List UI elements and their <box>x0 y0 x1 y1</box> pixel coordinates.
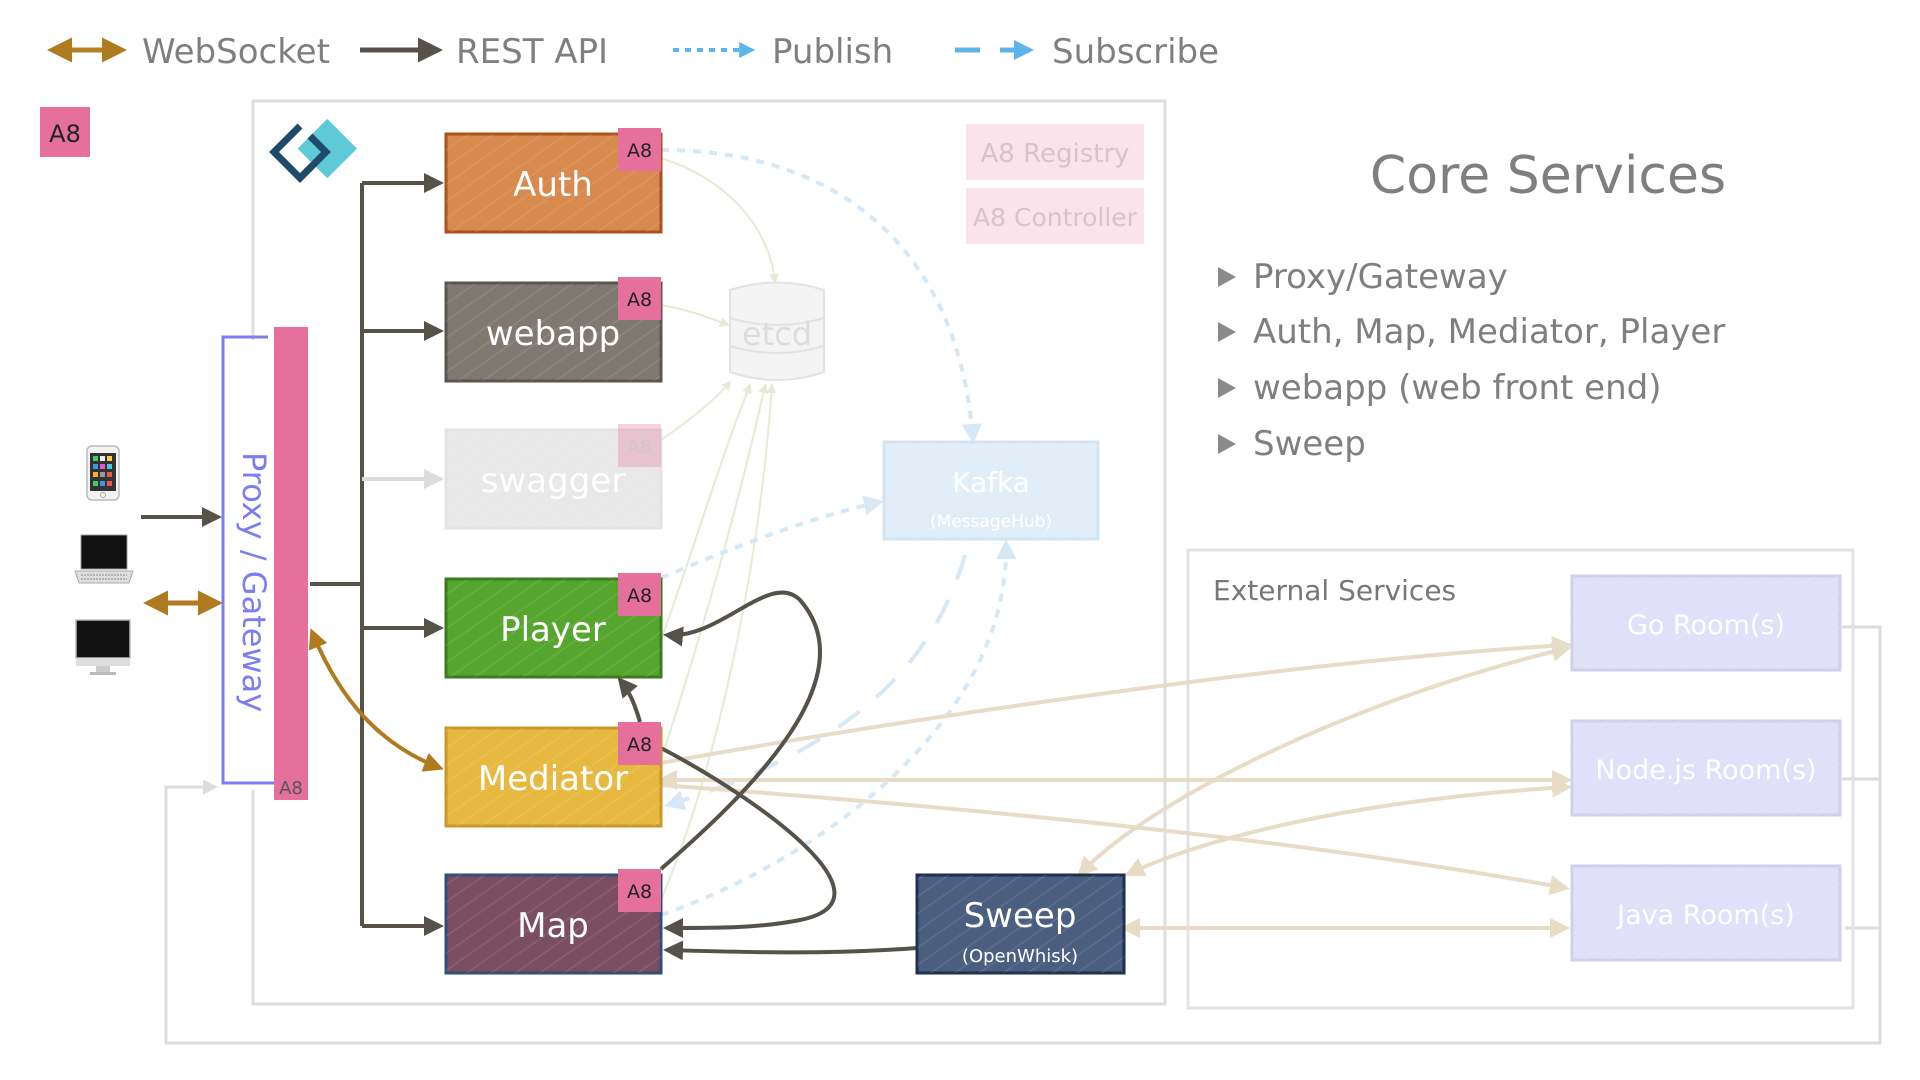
service-links <box>617 590 918 961</box>
service-swagger[interactable]: swaggerA8 <box>444 424 663 530</box>
service-mediator[interactable]: Mediator A8 <box>444 722 663 828</box>
room-return-bus <box>164 625 1882 1045</box>
legend-label: REST API <box>456 32 608 72</box>
service-map[interactable]: Map A8 <box>444 869 663 975</box>
service-label: Map <box>517 906 589 946</box>
a8-sidecar-tag: A8 <box>618 424 661 467</box>
a8-controller-box[interactable]: A8 Controller <box>966 188 1144 244</box>
sweep-sublabel: (OpenWhisk) <box>962 946 1078 967</box>
legend-label: Publish <box>772 32 893 72</box>
svg-text:A8: A8 <box>627 436 652 458</box>
bullet-triangle-icon <box>1218 267 1236 287</box>
a8-sidecar-tag: A8 <box>618 722 661 765</box>
legend-label: WebSocket <box>142 32 330 72</box>
svg-text:A8: A8 <box>627 881 652 903</box>
svg-text:Sweep: Sweep <box>1253 424 1366 464</box>
websocket-proxy-mediator <box>308 628 444 772</box>
bullet-item: webapp (web front end) <box>1218 368 1662 408</box>
services: AuthA8webappA8swaggerA8PlayerA8MediatorA… <box>444 128 663 975</box>
sweep-label: Sweep <box>964 896 1077 936</box>
bullet-triangle-icon <box>1218 434 1236 454</box>
etcd-database[interactable]: etcd <box>729 281 825 381</box>
room-label: Node.js Room(s) <box>1595 755 1816 786</box>
svg-text:webapp (web front end): webapp (web front end) <box>1253 368 1662 408</box>
svg-text:A8: A8 <box>49 120 81 148</box>
bullet-triangle-icon <box>1218 322 1236 342</box>
bullet-item: Sweep <box>1218 424 1366 464</box>
svg-text:Auth, Map, Mediator, Player: Auth, Map, Mediator, Player <box>1253 312 1725 352</box>
a8-sidecar-tag: A8 <box>618 573 661 616</box>
kafka-sublabel: (MessageHub) <box>930 512 1052 532</box>
core-services-title: Core Services <box>1370 146 1726 206</box>
external-services-title: External Services <box>1213 574 1456 607</box>
service-auth[interactable]: Auth A8 <box>444 128 663 234</box>
legend: WebSocket REST API Publish Subscribe <box>47 32 1219 72</box>
amalgam8-logo-icon <box>269 118 358 183</box>
svg-text:A8: A8 <box>627 140 652 162</box>
kafka-box[interactable]: Kafka (MessageHub) <box>882 440 1100 541</box>
a8-sidecar-tag: A8 <box>618 128 661 171</box>
phone-icon <box>86 445 120 501</box>
desktop-icon <box>75 619 131 675</box>
kafka-label: Kafka <box>952 466 1030 499</box>
legend-publish: Publish <box>673 32 893 72</box>
room-label: Java Room(s) <box>1615 900 1795 931</box>
core-services-panel: Core Services Proxy/Gateway Auth, Map, Me… <box>1218 146 1726 464</box>
service-label: swagger <box>481 461 625 501</box>
service-label: Auth <box>513 165 593 205</box>
rooms: Go Room(s) Node.js Room(s) Java Room(s) <box>1570 574 1842 962</box>
proxy-gateway-label: Proxy / Gateway <box>235 452 273 712</box>
etcd-label: etcd <box>742 315 812 353</box>
service-label: Player <box>500 610 606 650</box>
bullet-item: Auth, Map, Mediator, Player <box>1218 312 1725 352</box>
laptop-icon <box>74 534 134 584</box>
room-box[interactable]: Node.js Room(s) <box>1570 719 1842 817</box>
svg-text:A8: A8 <box>627 734 652 756</box>
svg-text:Proxy/Gateway: Proxy/Gateway <box>1253 257 1508 297</box>
svg-text:A8: A8 <box>627 585 652 607</box>
a8-badge: A8 <box>40 107 90 157</box>
room-box[interactable]: Java Room(s) <box>1570 864 1842 962</box>
bullet-triangle-icon <box>1218 378 1236 398</box>
a8-registry-box[interactable]: A8 Registry <box>966 124 1144 180</box>
a8-sidecar-tag: A8 <box>618 277 661 320</box>
legend-websocket: WebSocket <box>47 32 330 72</box>
bullet-item: Proxy/Gateway <box>1218 257 1508 297</box>
legend-label: Subscribe <box>1052 32 1219 72</box>
architecture-diagram: WebSocket REST API Publish Subscribe A8 <box>40 32 1882 1045</box>
svg-text:A8: A8 <box>627 289 652 311</box>
sweep-box[interactable]: Sweep (OpenWhisk) <box>915 873 1126 975</box>
proxy-gateway[interactable]: Proxy / Gateway A8 <box>221 327 308 800</box>
proxy-a8-tag: A8 <box>279 778 303 799</box>
room-box[interactable]: Go Room(s) <box>1570 574 1842 672</box>
rest-trunk <box>310 173 444 936</box>
service-player[interactable]: Player A8 <box>444 573 663 679</box>
a8-registry-label: A8 Registry <box>980 139 1129 169</box>
service-label: webapp <box>486 314 620 354</box>
a8-sidecar-tag: A8 <box>618 869 661 912</box>
service-webapp[interactable]: webapp A8 <box>444 277 663 383</box>
legend-rest: REST API <box>360 32 608 72</box>
service-label: Mediator <box>478 759 628 799</box>
legend-subscribe: Subscribe <box>955 32 1219 72</box>
client-links <box>141 507 223 616</box>
room-label: Go Room(s) <box>1627 610 1785 641</box>
a8-controller-label: A8 Controller <box>973 203 1138 232</box>
